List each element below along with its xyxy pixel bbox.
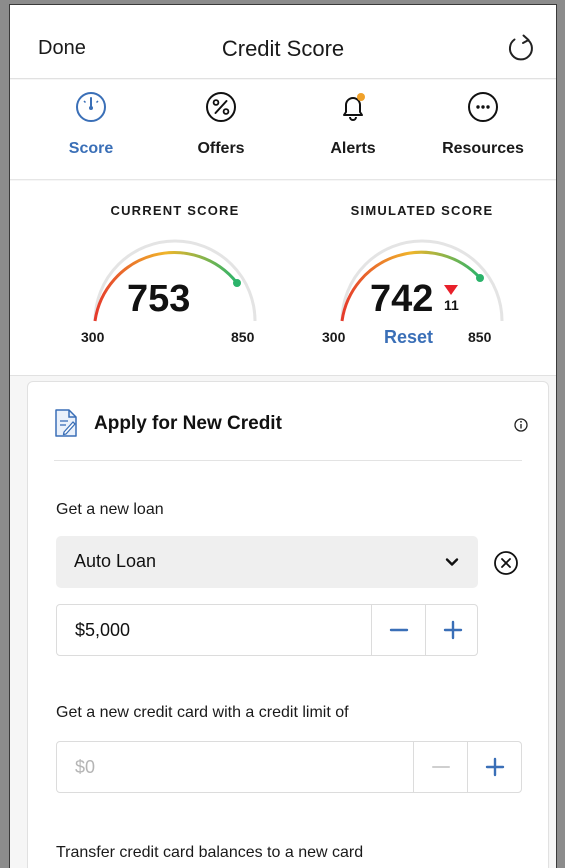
card-title: Apply for New Credit (94, 413, 282, 434)
score-change: 11 (444, 285, 459, 313)
bell-icon (343, 93, 365, 121)
loan-type-value: Auto Loan (74, 551, 157, 571)
chevron-down-icon (445, 558, 459, 566)
plus-icon (443, 620, 463, 640)
current-score-max: 850 (231, 329, 255, 345)
loan-type-select[interactable]: Auto Loan (56, 536, 478, 588)
minus-icon (432, 766, 450, 768)
simulated-score-min: 300 (322, 329, 346, 345)
simulated-score: SIMULATED SCORE 742 11 300 Reset 850 (322, 203, 522, 347)
credit-limit-stepper[interactable]: $0 (56, 741, 522, 793)
percent-icon (206, 92, 236, 122)
tab-offers[interactable]: Offers (166, 90, 276, 158)
current-score-heading: CURRENT SCORE (110, 203, 240, 218)
app-window: Done Credit Score Score Offers Alerts Re… (9, 4, 557, 868)
decrease-arrow-icon (444, 285, 459, 295)
credit-limit-increase-button[interactable] (467, 742, 521, 792)
credit-limit-input[interactable]: $0 (75, 757, 95, 778)
refresh-icon[interactable] (504, 31, 538, 65)
tab-score[interactable]: Score (36, 90, 146, 158)
credit-limit-decrease-button[interactable] (413, 742, 467, 792)
tab-bar: Score Offers Alerts Resources (10, 80, 556, 180)
remove-loan-icon[interactable] (493, 550, 519, 576)
new-loan-label: Get a new loan (56, 501, 164, 518)
simulated-score-heading: SIMULATED SCORE (350, 203, 494, 218)
simulated-score-value: 742 (370, 278, 434, 320)
score-summary: CURRENT SCORE 753 300 850 SIMULATED SCOR (10, 181, 556, 376)
document-edit-icon (55, 409, 77, 437)
loan-amount-stepper[interactable]: $5,000 (56, 604, 478, 656)
apply-for-credit-card: Apply for New Credit Get a new loan Auto… (27, 381, 549, 868)
loan-increase-button[interactable] (425, 605, 479, 655)
loan-decrease-button[interactable] (371, 605, 425, 655)
current-score-value: 753 (127, 278, 191, 320)
simulated-score-max: 850 (468, 329, 492, 345)
tab-resources[interactable]: Resources (428, 90, 538, 158)
transfer-balance-label: Transfer credit card balances to a new c… (56, 844, 364, 861)
divider (54, 460, 522, 461)
credit-card-label: Get a new credit card with a credit limi… (56, 704, 349, 721)
current-score-marker (233, 279, 241, 287)
current-score: CURRENT SCORE 753 300 850 (75, 203, 275, 345)
plus-icon (485, 757, 505, 777)
tab-score-label: Score (68, 140, 114, 157)
page-title: Credit Score (221, 36, 345, 61)
simulated-score-marker (476, 274, 484, 282)
tab-resources-label: Resources (442, 140, 524, 157)
minus-icon (389, 628, 409, 632)
more-icon (468, 92, 498, 122)
tab-alerts[interactable]: Alerts (298, 90, 408, 158)
gauge-icon (76, 92, 106, 122)
tab-alerts-label: Alerts (330, 140, 376, 157)
navigation-bar: Done Credit Score (10, 5, 556, 79)
info-icon[interactable] (514, 418, 528, 432)
current-score-min: 300 (81, 329, 105, 345)
card-header: Apply for New Credit (28, 382, 548, 460)
tab-offers-label: Offers (197, 140, 245, 157)
loan-amount-value[interactable]: $5,000 (75, 620, 130, 641)
reset-button[interactable]: Reset (384, 327, 433, 348)
score-change-value: 11 (444, 297, 459, 313)
